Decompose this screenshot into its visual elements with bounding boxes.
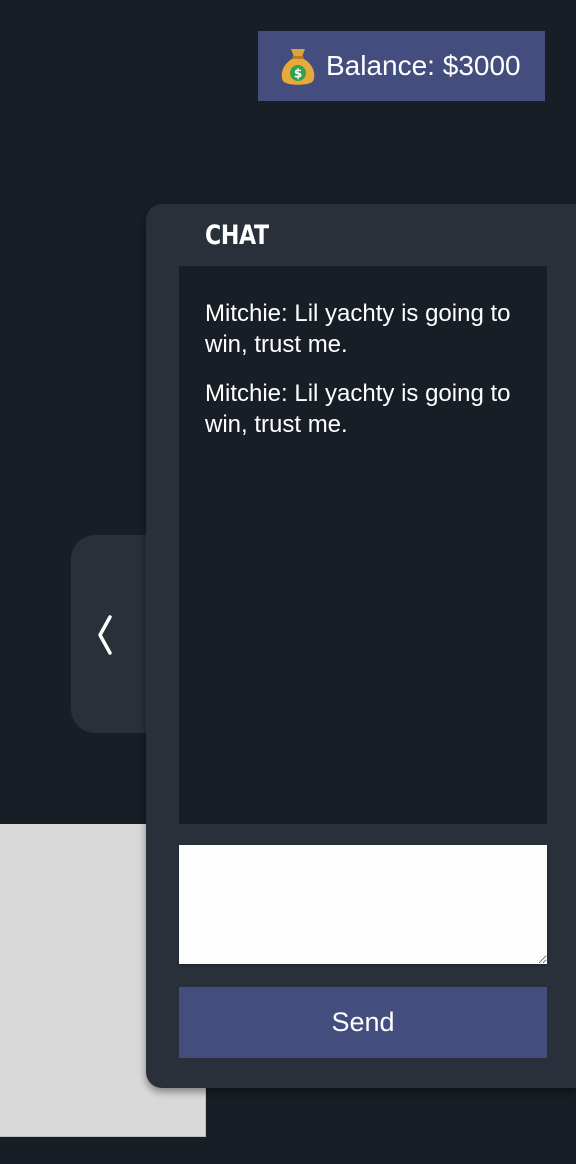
money-bag-icon: $ <box>281 49 315 85</box>
chat-message: Mitchie: Lil yachty is going to win, tru… <box>205 300 511 358</box>
chevron-left-icon <box>98 615 112 655</box>
send-button[interactable]: Send <box>179 987 547 1058</box>
chat-input[interactable] <box>179 845 547 964</box>
balance-label: Balance: $3000 <box>326 50 521 81</box>
chat-message: Mitchie: Lil yachty is going to win, tru… <box>205 380 511 438</box>
chat-messages[interactable]: Mitchie: Lil yachty is going to win, tru… <box>179 266 547 824</box>
chat-panel: CHAT Mitchie: Lil yachty is going to win… <box>146 204 576 1088</box>
balance-display: $ Balance: $3000 <box>258 31 545 101</box>
game-screen: $ Balance: $3000 CHAT Mitchie: Lil yacht… <box>0 0 576 1164</box>
svg-text:$: $ <box>294 67 302 81</box>
chat-title: CHAT <box>205 220 269 251</box>
